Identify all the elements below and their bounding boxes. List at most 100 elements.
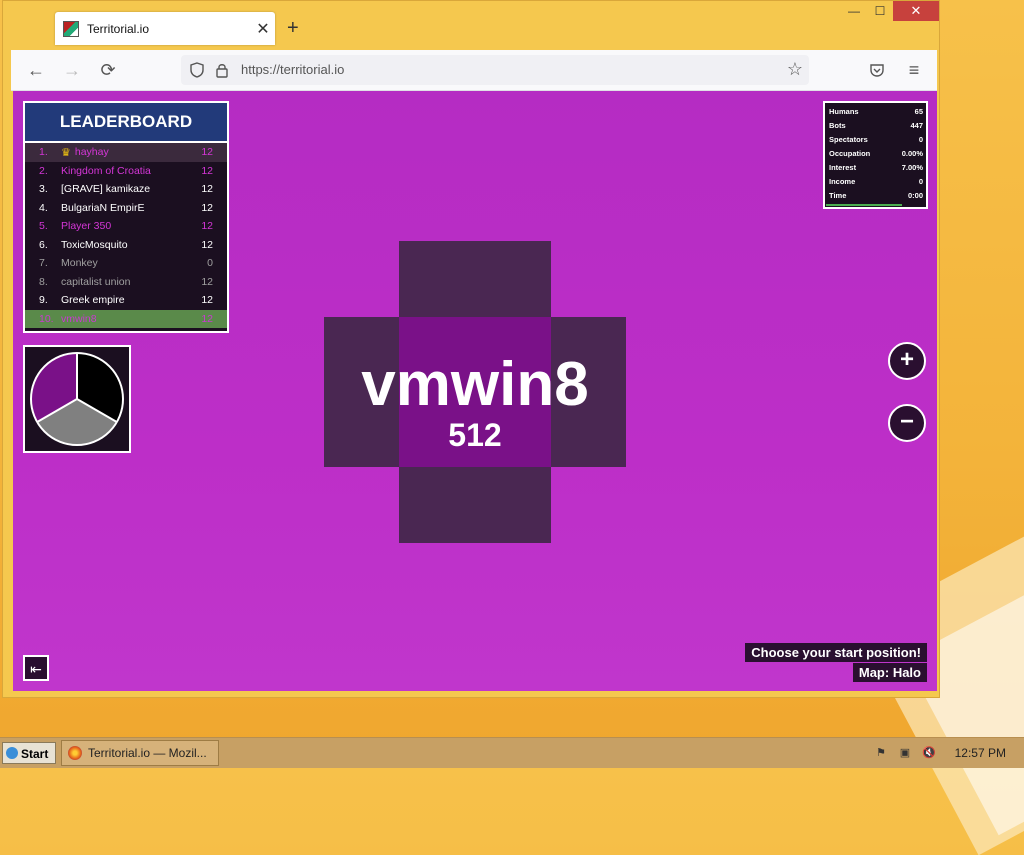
stat-value: 0.00%	[901, 149, 923, 158]
browser-tab[interactable]: Territorial.io ✕	[55, 12, 275, 45]
leaderboard-score: 12	[201, 201, 213, 214]
leaderboard-score: 12	[201, 164, 213, 177]
tab-close-icon[interactable]: ✕	[251, 19, 275, 39]
leaderboard-rank: 5.	[39, 220, 48, 233]
shield-icon[interactable]	[189, 62, 205, 78]
zoom-out-button[interactable]: −	[888, 404, 926, 442]
pie-svg	[30, 352, 124, 446]
back-arrow-icon[interactable]: ←	[25, 59, 47, 81]
lock-icon[interactable]	[215, 62, 229, 78]
leaderboard-score: 0	[207, 257, 213, 270]
stat-row: Bots 447	[829, 119, 923, 133]
time-progress-bar	[826, 204, 902, 206]
leaderboard-name: Monkey	[61, 257, 98, 270]
windows-orb-icon	[6, 747, 18, 759]
leaderboard-name: BulgariaN EmpirE	[61, 201, 145, 214]
map-name-label: Map: Halo	[852, 663, 927, 682]
exit-game-button[interactable]: ⇤	[23, 655, 49, 681]
volume-muted-icon[interactable]: 🔇	[922, 746, 936, 760]
start-button[interactable]: Start	[2, 742, 56, 764]
taskbar: Start Territorial.io — Mozil... ⚑ ▣ 🔇 12…	[0, 737, 1024, 768]
player-name: vmwin8	[361, 350, 589, 419]
leaderboard-score: 12	[201, 183, 213, 196]
leaderboard-score: 12	[201, 238, 213, 251]
leaderboard-name: capitalist union	[61, 275, 131, 288]
stat-label: Interest	[829, 163, 857, 172]
stat-label: Occupation	[829, 149, 871, 158]
stat-row: Income 0	[829, 175, 923, 189]
menu-hamburger-icon[interactable]: ≡	[903, 59, 925, 81]
leaderboard-rank: 8.	[39, 275, 48, 288]
stat-label: Bots	[829, 121, 846, 130]
leaderboard-rank: 3.	[39, 183, 48, 196]
new-tab-button[interactable]: +	[287, 17, 299, 40]
leaderboard-name: [GRAVE] kamikaze	[61, 183, 151, 196]
leaderboard-rank: 1.	[39, 146, 48, 159]
leaderboard-score: 12	[201, 275, 213, 288]
leaderboard: LEADERBOARD 1. ♛ hayhay 12 2. Kingdom of…	[23, 101, 229, 333]
leaderboard-row: 4. BulgariaN EmpirE 12	[25, 199, 227, 218]
stat-label: Spectators	[829, 135, 868, 144]
leaderboard-score: 12	[201, 294, 213, 307]
url-text: https://territorial.io	[241, 62, 345, 77]
browser-window: Territorial.io ✕ + — ☐ ✕ ← → ⟳ https://t…	[2, 0, 940, 698]
action-center-flag-icon[interactable]: ⚑	[874, 746, 888, 760]
stat-value: 7.00%	[901, 163, 923, 172]
stat-row: Interest 7.00%	[829, 161, 923, 175]
leaderboard-name: vmwin8	[61, 312, 97, 325]
leaderboard-row: 1. ♛ hayhay 12	[25, 143, 227, 162]
network-icon[interactable]: ▣	[898, 746, 912, 760]
minimize-button[interactable]: —	[841, 1, 867, 21]
bookmark-star-icon[interactable]: ☆	[787, 59, 803, 80]
system-clock[interactable]: 12:57 PM	[955, 746, 1006, 760]
stat-value: 0	[918, 135, 923, 144]
stat-row: Occupation 0.00%	[829, 147, 923, 161]
leaderboard-row-self: 10. vmwin8 12	[25, 309, 227, 328]
taskbar-firefox-item[interactable]: Territorial.io — Mozil...	[61, 740, 219, 766]
stat-value: 0:00	[907, 191, 923, 200]
taskbar-item-label: Territorial.io — Mozil...	[88, 746, 207, 760]
crown-icon: ♛	[61, 146, 71, 159]
stat-row: Humans 65	[829, 105, 923, 119]
leaderboard-row: 6. ToxicMosquito 12	[25, 236, 227, 255]
leaderboard-score: 12	[201, 312, 213, 325]
tab-title: Territorial.io	[87, 21, 150, 36]
browser-toolbar: ← → ⟳ https://territorial.io ☆ ≡	[11, 50, 937, 91]
window-controls: — ☐ ✕	[841, 1, 939, 21]
territorial-favicon-icon	[63, 20, 79, 37]
leaderboard-row: 2. Kingdom of Croatia 12	[25, 162, 227, 181]
start-label: Start	[21, 747, 49, 761]
leaderboard-row: 7. Monkey 0	[25, 254, 227, 273]
leaderboard-name: Greek empire	[61, 294, 125, 307]
firefox-icon	[68, 746, 82, 760]
maximize-button[interactable]: ☐	[867, 1, 893, 21]
leaderboard-rank: 10.	[39, 312, 54, 325]
leaderboard-title: LEADERBOARD	[25, 103, 227, 143]
pocket-icon[interactable]	[869, 62, 885, 78]
url-bar[interactable]: https://territorial.io ☆	[181, 55, 809, 85]
leaderboard-name: ToxicMosquito	[61, 238, 128, 251]
leaderboard-rank: 4.	[39, 201, 48, 214]
close-window-button[interactable]: ✕	[893, 1, 939, 21]
game-canvas[interactable]: vmwin8 512 LEADERBOARD 1. ♛ hayhay 12 2.…	[13, 91, 937, 691]
territory-pie-chart	[23, 345, 131, 453]
stats-panel: Humans 65 Bots 447 Spectators 0 Occupati…	[823, 101, 928, 209]
player-score: 512	[448, 417, 502, 453]
leaderboard-name: hayhay	[74, 146, 109, 159]
leaderboard-row: 9. Greek empire 12	[25, 291, 227, 310]
stat-label: Income	[829, 177, 856, 186]
stat-row: Time 0:00	[829, 189, 923, 203]
leaderboard-rank: 9.	[39, 294, 48, 307]
zoom-in-button[interactable]: +	[888, 342, 926, 380]
forward-arrow-icon[interactable]: →	[61, 59, 83, 81]
stat-label: Humans	[829, 107, 859, 116]
stat-value: 0	[918, 177, 923, 186]
leaderboard-rank: 7.	[39, 257, 48, 270]
leaderboard-name: Kingdom of Croatia	[61, 164, 151, 177]
leaderboard-score: 12	[201, 220, 213, 233]
stat-value: 65	[914, 107, 923, 116]
leaderboard-row: 8. capitalist union 12	[25, 273, 227, 292]
reload-icon[interactable]: ⟳	[97, 59, 119, 81]
leaderboard-row: 3. [GRAVE] kamikaze 12	[25, 180, 227, 199]
leaderboard-score: 12	[201, 146, 213, 159]
